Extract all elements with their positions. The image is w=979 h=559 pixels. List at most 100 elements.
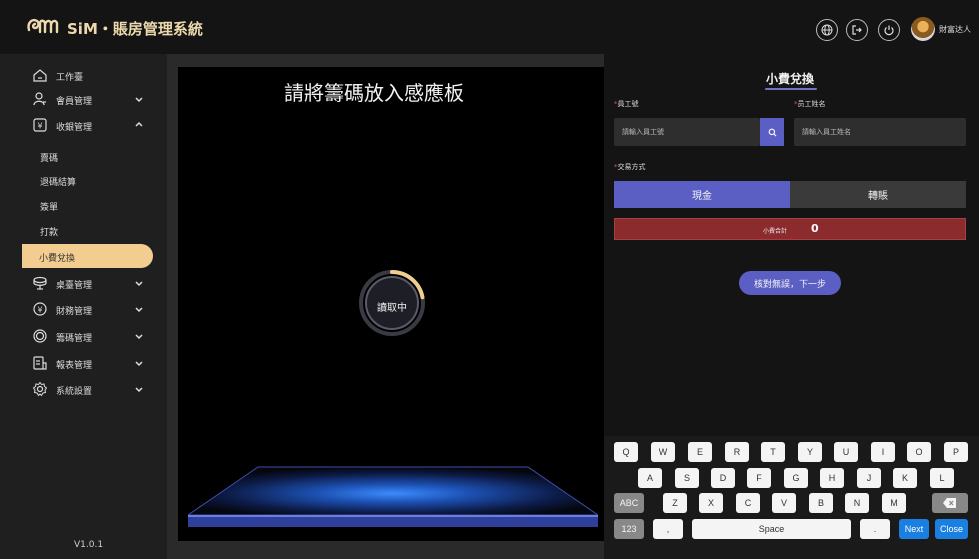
home-icon: [33, 69, 47, 82]
chevron-up-icon: [135, 121, 143, 127]
tip-total-value: 0: [811, 222, 819, 235]
key-period[interactable]: .: [860, 519, 890, 539]
sidebar-item-chips[interactable]: 籌碼管理: [0, 325, 167, 349]
key-space[interactable]: Space: [692, 519, 851, 539]
chip-reader-panel: 請將籌碼放入感應板 讀取中: [178, 67, 604, 541]
key-v[interactable]: V: [772, 493, 796, 513]
top-header: SiM・賬房管理系統 財富达人: [0, 0, 979, 54]
key-z[interactable]: Z: [663, 493, 687, 513]
key-r[interactable]: R: [725, 442, 749, 462]
key-b[interactable]: B: [809, 493, 833, 513]
payment-method-label: *交易方式: [614, 162, 646, 172]
sidebar-item-reports[interactable]: 報表管理: [0, 352, 167, 376]
table-icon: [33, 276, 47, 290]
logo-icon: [27, 18, 59, 34]
sidebar-subitem-label: 小費兌換: [39, 254, 76, 264]
key-c[interactable]: C: [736, 493, 760, 513]
key-comma[interactable]: ,: [653, 519, 683, 539]
key-s[interactable]: S: [675, 468, 699, 488]
chevron-down-icon: [135, 281, 143, 287]
employee-name-label-text: 员工姓名: [797, 100, 826, 108]
key-e[interactable]: E: [688, 442, 712, 462]
search-icon: [768, 128, 776, 136]
sidebar-item-workbench[interactable]: 工作臺: [0, 64, 167, 88]
sidebar-subitem-payment[interactable]: 打款: [40, 225, 58, 238]
key-h[interactable]: H: [820, 468, 844, 488]
chevron-down-icon: [135, 307, 143, 313]
sidebar-item-label: 會員管理: [56, 97, 93, 107]
key-numbers[interactable]: 123: [614, 519, 644, 539]
backspace-icon: [943, 498, 956, 508]
tab-tip-exchange[interactable]: 小費兌換: [766, 70, 814, 87]
logout-button[interactable]: [846, 19, 868, 41]
key-d[interactable]: D: [711, 468, 735, 488]
key-u[interactable]: U: [834, 442, 858, 462]
sidebar-subitem-sell-chips[interactable]: 賣碼: [40, 151, 58, 164]
reader-status: 讀取中: [377, 303, 407, 314]
sensor-pad: [188, 466, 598, 527]
key-q[interactable]: Q: [614, 442, 638, 462]
sidebar-subitem-sign-bill[interactable]: 簽單: [40, 200, 58, 213]
key-m[interactable]: M: [882, 493, 906, 513]
key-o[interactable]: O: [907, 442, 931, 462]
sidebar-item-settings[interactable]: 系統設置: [0, 378, 167, 402]
sidebar-item-members[interactable]: 會員管理: [0, 88, 167, 112]
search-button[interactable]: [760, 118, 784, 146]
avatar[interactable]: [911, 17, 935, 41]
chip-icon: [33, 329, 47, 343]
settings-icon: [32, 381, 48, 397]
chevron-down-icon: [135, 387, 143, 393]
employee-id-label: *員工號: [614, 99, 639, 109]
key-w[interactable]: W: [651, 442, 675, 462]
key-p[interactable]: P: [944, 442, 968, 462]
key-a[interactable]: A: [638, 468, 662, 488]
employee-id-input[interactable]: [614, 118, 760, 146]
employee-id-label-text: 員工號: [617, 100, 639, 108]
key-abc[interactable]: ABC: [614, 493, 644, 513]
key-n[interactable]: N: [845, 493, 869, 513]
chevron-down-icon: [135, 97, 143, 103]
sidebar-item-tables[interactable]: 桌臺管理: [0, 272, 167, 296]
key-t[interactable]: T: [761, 442, 785, 462]
key-i[interactable]: I: [871, 442, 895, 462]
power-button[interactable]: [878, 19, 900, 41]
key-y[interactable]: Y: [798, 442, 822, 462]
key-g[interactable]: G: [784, 468, 808, 488]
svg-text:¥: ¥: [37, 306, 42, 315]
sidebar-item-cashier[interactable]: ¥ 收銀管理: [0, 114, 167, 138]
sidebar-subitem-tip-exchange[interactable]: 小費兌換: [22, 244, 153, 268]
yen-icon: ¥: [33, 302, 47, 316]
virtual-keyboard: Q W E R T Y U I O P A S D F G H J K L AB…: [604, 436, 979, 559]
chevron-down-icon: [135, 334, 143, 340]
version-label: V1.0.1: [74, 540, 104, 550]
sidebar-item-label: 財務管理: [56, 307, 93, 317]
key-x[interactable]: X: [699, 493, 723, 513]
sidebar-subitem-refund-settlement[interactable]: 退碼結算: [40, 175, 76, 188]
cashier-icon: ¥: [33, 118, 47, 132]
sidebar: 工作臺 會員管理 ¥ 收銀管理 賣碼 退碼結算 簽單 打款 小費兌換 桌臺管理 …: [0, 54, 167, 559]
key-l[interactable]: L: [930, 468, 954, 488]
key-k[interactable]: K: [893, 468, 917, 488]
key-close[interactable]: Close: [935, 519, 968, 539]
key-f[interactable]: F: [747, 468, 771, 488]
svg-text:¥: ¥: [37, 122, 42, 131]
app-title: SiM・賬房管理系統: [67, 20, 203, 38]
key-next[interactable]: Next: [899, 519, 929, 539]
key-j[interactable]: J: [857, 468, 881, 488]
sidebar-item-label: 報表管理: [56, 361, 93, 371]
chevron-down-icon: [135, 361, 143, 367]
payment-method-label-text: 交易方式: [617, 163, 646, 171]
globe-icon: [821, 24, 833, 36]
payment-option-transfer[interactable]: 轉賬: [790, 181, 966, 208]
sidebar-item-label: 系統設置: [56, 387, 93, 397]
sidebar-item-label: 收銀管理: [56, 123, 93, 133]
employee-name-input[interactable]: [794, 118, 966, 146]
user-name[interactable]: 財富达人: [939, 24, 971, 35]
payment-option-cash[interactable]: 現金: [614, 181, 790, 208]
language-button[interactable]: [816, 19, 838, 41]
sidebar-item-finance[interactable]: ¥ 財務管理: [0, 298, 167, 322]
tip-total-label: 小費合計: [763, 228, 788, 235]
sidebar-item-label: 桌臺管理: [56, 281, 93, 291]
confirm-next-button[interactable]: 核對無誤，下一步: [739, 271, 841, 295]
key-backspace[interactable]: [932, 493, 968, 513]
